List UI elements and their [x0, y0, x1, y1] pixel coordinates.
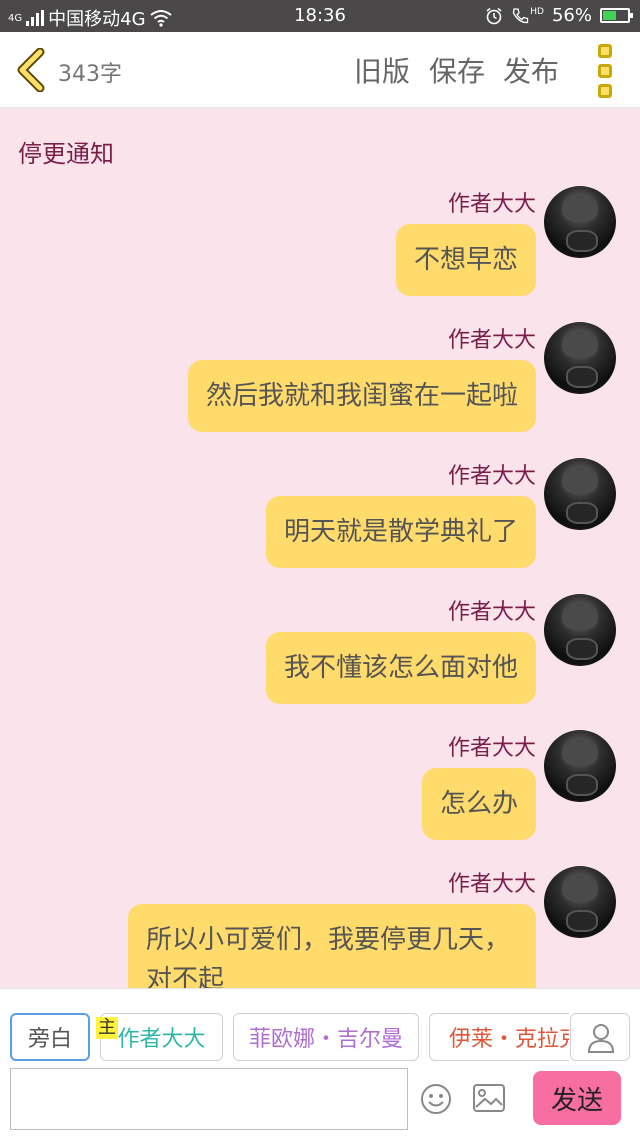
image-icon[interactable] [472, 1083, 506, 1113]
message-bubble[interactable]: 怎么办 [421, 768, 536, 840]
message-bubble[interactable]: 不想早恋 [395, 224, 536, 296]
person-icon [587, 1024, 615, 1053]
hd-call-icon: HD [511, 7, 544, 25]
message-bubble[interactable]: 所以小可爱们，我要停更几天，对不起 [128, 904, 536, 988]
add-role-button[interactable] [570, 1013, 630, 1061]
message-bubble[interactable]: 明天就是散学典礼了 [265, 496, 536, 568]
author-avatar[interactable] [544, 866, 616, 938]
author-avatar[interactable] [544, 594, 616, 666]
save-button[interactable]: 保存 [429, 50, 485, 90]
status-bar: 4G 中国移动4G 18:36 HD 56% [0, 0, 640, 32]
alarm-icon [486, 7, 502, 24]
message-bubble[interactable]: 然后我就和我闺蜜在一起啦 [187, 360, 536, 432]
message-input[interactable] [10, 1068, 408, 1130]
old-version-button[interactable]: 旧版 [354, 50, 410, 90]
author-name: 作者大大 [447, 872, 536, 897]
chat-area[interactable]: 停更通知 作者大大 不想早恋 作者大大 然后我就和我闺蜜在一起啦 作者大大 明天… [0, 108, 640, 988]
more-menu-icon[interactable] [598, 44, 614, 98]
battery-percent: 56% [551, 5, 592, 26]
compose-toolbar: 旁白 作者大大 主 菲欧娜・吉尔曼 伊莱・克拉克 发送 [0, 988, 640, 1138]
author-name: 作者大大 [447, 600, 536, 625]
editor-header: 343字 旧版 保存 发布 [0, 32, 640, 108]
story-title: 停更通知 [18, 140, 114, 168]
back-chevron-icon[interactable] [14, 48, 50, 92]
word-count: 343字 [58, 62, 122, 87]
publish-button[interactable]: 发布 [503, 50, 559, 90]
battery-fill [603, 11, 616, 20]
role-label: 作者大大 [117, 1027, 206, 1052]
emoji-icon[interactable] [420, 1083, 452, 1115]
battery-icon [600, 8, 633, 23]
author-avatar[interactable] [544, 322, 616, 394]
send-button[interactable]: 发送 [533, 1071, 621, 1125]
author-avatar[interactable] [544, 186, 616, 258]
role-eli-button[interactable]: 伊莱・克拉克 [429, 1013, 569, 1061]
author-avatar[interactable] [544, 730, 616, 802]
role-fiona-button[interactable]: 菲欧娜・吉尔曼 [233, 1013, 419, 1061]
author-name: 作者大大 [447, 328, 536, 353]
author-name: 作者大大 [447, 192, 536, 217]
message-bubble[interactable]: 我不懂该怎么面对他 [265, 632, 536, 704]
role-label: 伊莱・克拉克 [449, 1027, 569, 1052]
author-name: 作者大大 [447, 736, 536, 761]
role-author-button[interactable]: 作者大大 [100, 1013, 223, 1061]
hd-label: HD [530, 6, 544, 17]
author-name: 作者大大 [447, 464, 536, 489]
author-avatar[interactable] [544, 458, 616, 530]
role-label: 旁白 [27, 1027, 72, 1052]
role-label: 菲欧娜・吉尔曼 [248, 1027, 403, 1052]
host-tag: 主 [96, 1017, 118, 1039]
role-narrator-button[interactable]: 旁白 [10, 1013, 90, 1061]
